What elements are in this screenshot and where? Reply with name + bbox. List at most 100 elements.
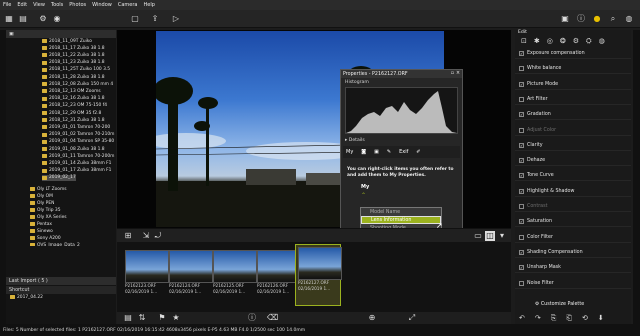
tree-item[interactable]: 2019_01_08 Zuiko 38 1.8 — [42, 146, 105, 152]
tree-item[interactable]: Oly LT Zooms — [30, 186, 67, 192]
grid-icon[interactable]: ▤ — [18, 14, 28, 24]
checkbox[interactable] — [519, 280, 524, 286]
edit-icon[interactable]: ✎ — [387, 149, 391, 155]
tree-item[interactable]: 2018_12_29 OM 35 f2.8 — [42, 110, 101, 116]
details-label[interactable]: ▸ Details — [345, 138, 365, 143]
view-icon[interactable]: ▢ — [130, 14, 140, 24]
tree-item[interactable]: Sony A200 — [30, 235, 61, 241]
filter-icon[interactable]: ▤ — [123, 313, 133, 323]
tree-item[interactable]: 2019_02_17 — [42, 174, 76, 181]
image-icon[interactable]: ▣ — [374, 149, 379, 155]
adjustment-item[interactable]: ✓ Picture Mode — [515, 80, 631, 90]
menu-help[interactable]: Help — [140, 2, 157, 8]
tree-item[interactable]: Sinewo — [30, 228, 53, 234]
adjustment-item[interactable]: Adjust Color — [515, 126, 631, 136]
menu-file[interactable]: File — [0, 2, 14, 8]
close-icon[interactable]: × — [456, 70, 460, 78]
context-item[interactable]: Lens Information — [361, 216, 441, 224]
tree-item[interactable]: 2018_11_28 Zuiko 38 1.8 — [42, 74, 105, 80]
zoom-icon[interactable]: ⊕ — [367, 313, 377, 323]
checkbox[interactable] — [519, 234, 524, 240]
checkbox[interactable]: ✓ — [519, 51, 524, 56]
checkbox[interactable]: ✓ — [519, 158, 524, 164]
paste-icon[interactable]: ⎗ — [566, 314, 572, 323]
adjustment-item[interactable]: Contrast — [515, 202, 631, 212]
single-view-icon[interactable]: ▭ — [473, 231, 483, 241]
tree-item[interactable]: 2019_01_04 Tamron SP 35-80 — [42, 139, 114, 145]
adjustment-item[interactable]: Art Filter — [515, 95, 631, 105]
context-item[interactable]: Model Name — [361, 208, 441, 216]
star-icon[interactable]: ✱ — [534, 37, 540, 47]
menu-tools[interactable]: Tools — [48, 2, 66, 8]
crop-icon[interactable]: ⊡ — [521, 37, 527, 47]
adjustment-item[interactable]: ✓ Exposure compensation — [515, 49, 631, 59]
thumbnail[interactable]: P2162127.ORF 02/16/2019 1... — [295, 244, 342, 306]
tree-item[interactable]: Pentax — [30, 221, 52, 227]
export-icon[interactable]: ⇪ — [150, 14, 160, 24]
compare-icon[interactable]: ▣ — [560, 14, 570, 24]
checkbox[interactable]: ✓ — [519, 219, 524, 225]
slideshow-icon[interactable]: ▷ — [171, 14, 181, 24]
info-icon[interactable]: ⓘ — [576, 14, 586, 24]
adjustment-item[interactable]: ✓ Tone Curve — [515, 171, 631, 182]
tab-my[interactable]: My — [346, 149, 353, 155]
rgb-icon[interactable]: ● — [592, 14, 602, 24]
last-import[interactable]: Last Import ( 5 ) — [6, 277, 116, 285]
tree-item[interactable]: 2018_12_23 OM 75-150 f4 — [42, 103, 107, 109]
redo-icon[interactable]: ↷ — [535, 314, 541, 323]
adjustment-item[interactable]: ✓ Gradation — [515, 110, 631, 121]
adjustment-item[interactable]: ✓ Saturation — [515, 217, 631, 228]
properties-title[interactable]: Properties - P2162127.ORF ▫ × — [341, 70, 462, 78]
palette-icon[interactable]: ◍ — [624, 14, 634, 24]
menu-icon[interactable]: ▾ — [497, 231, 507, 241]
reset-icon[interactable]: ⟲ — [582, 314, 588, 323]
tree-item[interactable]: 2019_01_01 Tamron 70-200 — [42, 124, 110, 130]
adjustment-item[interactable]: White balance — [515, 64, 631, 75]
note-icon[interactable]: ✐ — [416, 149, 420, 155]
sort-icon[interactable]: ⇅ — [137, 313, 147, 323]
checkbox[interactable] — [519, 204, 524, 209]
minimize-icon[interactable]: ▫ — [451, 70, 454, 78]
fit-icon[interactable]: ⤢ — [407, 313, 417, 323]
menu-camera[interactable]: Camera — [115, 2, 141, 8]
tree-item[interactable]: 2019_01_11 Tamron 70-200m — [42, 153, 114, 159]
lens-icon[interactable]: ◎ — [547, 37, 553, 47]
customize-palette-button[interactable]: ⚙ Customize Palette — [535, 302, 584, 307]
tree-item[interactable]: 2018_11_22 Zuiko 38 1.8 — [42, 52, 105, 58]
menu-view[interactable]: View — [30, 2, 48, 8]
tree-item[interactable]: 2019_01_17 Zuiko 38mm F1 — [42, 168, 111, 174]
undo-icon[interactable]: ↶ — [519, 314, 525, 323]
adjustment-item[interactable]: Noise Filter — [515, 279, 631, 289]
checkbox[interactable]: ✓ — [519, 188, 524, 194]
adjustment-item[interactable]: ✓ Unsharp Mask — [515, 263, 631, 274]
magnify-icon[interactable]: ⌕ — [608, 14, 618, 24]
delete-icon[interactable]: ⌫ — [267, 313, 278, 323]
rating-icon[interactable]: ★ — [171, 313, 181, 323]
menu-window[interactable]: Window — [89, 2, 115, 8]
settings-icon[interactable]: ⚙ — [38, 14, 48, 24]
checkbox[interactable]: ✓ — [519, 112, 524, 118]
thumbnail[interactable]: P2162125.ORF 02/16/2019 1... — [213, 250, 259, 298]
menu-photos[interactable]: Photos — [66, 2, 89, 8]
copy-icon[interactable]: ⎘ — [551, 314, 557, 323]
save-icon[interactable]: ⬇ — [598, 314, 604, 323]
checkbox[interactable] — [519, 66, 524, 72]
tree-item[interactable]: 2019_01_14 Zuiko 38mm F1 — [42, 160, 111, 166]
checkbox[interactable]: ✓ — [519, 81, 524, 87]
right-collapse-handle[interactable] — [633, 30, 640, 324]
import-icon[interactable]: ⇲ — [141, 231, 151, 241]
checkbox[interactable]: ✓ — [519, 173, 524, 179]
tree-item[interactable]: Oly OM — [30, 193, 53, 199]
camera-icon[interactable]: ◙ — [361, 149, 366, 155]
filmstrip-view-icon[interactable]: ◫ — [485, 231, 495, 241]
gear-icon[interactable]: ⚙ — [573, 37, 579, 47]
tree-item[interactable]: 2018_11_25T Zuiko 100 3.5 — [42, 67, 110, 73]
adjustment-item[interactable]: ✓ Shading Compensation — [515, 248, 631, 258]
checkbox[interactable] — [519, 127, 524, 133]
folder-icon[interactable]: ▦ — [4, 14, 14, 24]
tree-item[interactable]: OVS_Image_Data_2 — [30, 242, 80, 246]
tree-item[interactable]: 2018_11_23 Zuiko 38 1.8 — [42, 60, 105, 66]
checkbox[interactable]: ✓ — [519, 249, 524, 255]
thumbnail[interactable]: P2162124.ORF 02/16/2019 1... — [169, 250, 215, 298]
menu-edit[interactable]: Edit — [14, 2, 30, 8]
